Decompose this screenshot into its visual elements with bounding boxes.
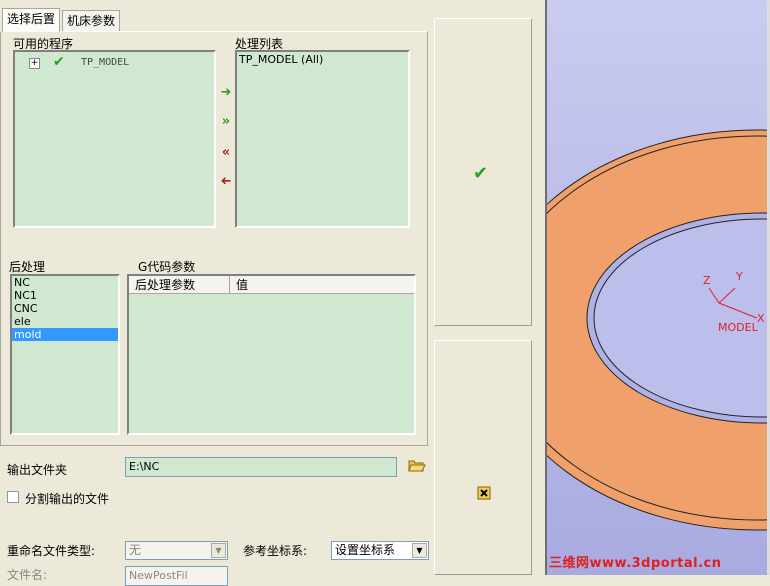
ref-coord-value: 设置坐标系 (335, 543, 396, 557)
gcode-table[interactable]: 后处理参数 值 (127, 274, 416, 435)
filename-input[interactable]: NewPostFil (125, 566, 228, 586)
button-column: ✔ (433, 0, 545, 575)
rename-type-select[interactable]: 无 ▼ (125, 541, 228, 560)
check-icon: ✔ (53, 54, 65, 70)
axis-x-label: X (757, 312, 765, 325)
tab-machine-params-label: 机床参数 (67, 14, 116, 28)
post-item-ele[interactable]: ele (12, 315, 118, 328)
expand-icon[interactable]: + (29, 58, 40, 69)
post-item-mold[interactable]: mold (12, 328, 118, 341)
postprocessor-list[interactable]: NC NC1 CNC ele mold (10, 274, 120, 435)
cancel-button[interactable] (434, 340, 532, 575)
chevron-down-icon[interactable]: ▼ (412, 543, 427, 558)
process-list-item[interactable]: TP_MODEL (All) (239, 53, 323, 66)
ref-coord-select[interactable]: 设置坐标系 ▼ (331, 541, 429, 560)
post-dialog: 选择后置 机床参数 可用的程序 + ✔ TP_MODEL ➜ » « ➜ 处理列… (0, 0, 433, 586)
program-name[interactable]: TP_MODEL (81, 57, 129, 68)
gcode-col-param[interactable]: 后处理参数 (129, 276, 230, 294)
watermark: 三维网www.3dportal.cn (549, 556, 722, 571)
process-list[interactable]: TP_MODEL (All) (235, 50, 410, 228)
chevron-down-icon[interactable]: ▼ (211, 543, 226, 558)
remove-all-arrow-icon[interactable]: « (218, 146, 234, 160)
gcode-header: 后处理参数 值 (129, 276, 414, 294)
cancel-icon (477, 486, 491, 500)
split-output-label: 分割输出的文件 (25, 492, 110, 506)
postprocessor-title: 后处理 (9, 260, 46, 274)
add-all-arrow-icon[interactable]: » (218, 115, 234, 129)
post-item-nc1[interactable]: NC1 (12, 289, 118, 302)
output-folder-label: 输出文件夹 (7, 463, 68, 477)
post-item-nc[interactable]: NC (12, 276, 118, 289)
tab-select-post-label: 选择后置 (7, 12, 56, 26)
open-folder-icon[interactable] (408, 457, 426, 473)
add-one-arrow-icon[interactable]: ➜ (218, 86, 234, 100)
rename-type-value: 无 (129, 543, 142, 557)
axis-y-label: Y (736, 270, 743, 283)
tab-machine-params[interactable]: 机床参数 (62, 10, 121, 32)
tab-select-post[interactable]: 选择后置 (2, 8, 61, 32)
ref-coord-label: 参考坐标系: (243, 544, 308, 558)
post-item-cnc[interactable]: CNC (12, 302, 118, 315)
programs-tree[interactable]: + ✔ TP_MODEL (13, 50, 216, 228)
gcode-title: G代码参数 (138, 260, 196, 274)
viewport-3d[interactable]: Z Y X MODEL 三维网www.3dportal.cn (545, 0, 770, 575)
rename-type-label: 重命名文件类型: (7, 544, 96, 558)
remove-one-arrow-icon[interactable]: ➜ (218, 174, 234, 189)
checkmark-icon: ✔ (473, 163, 489, 184)
ok-button[interactable]: ✔ (434, 18, 532, 326)
split-output-checkbox[interactable] (7, 491, 19, 503)
gcode-col-value[interactable]: 值 (231, 276, 248, 294)
output-folder-input[interactable]: E:\NC (125, 457, 397, 477)
model-label: MODEL (718, 321, 758, 334)
axis-z-label: Z (703, 274, 711, 287)
part-render (547, 0, 770, 575)
